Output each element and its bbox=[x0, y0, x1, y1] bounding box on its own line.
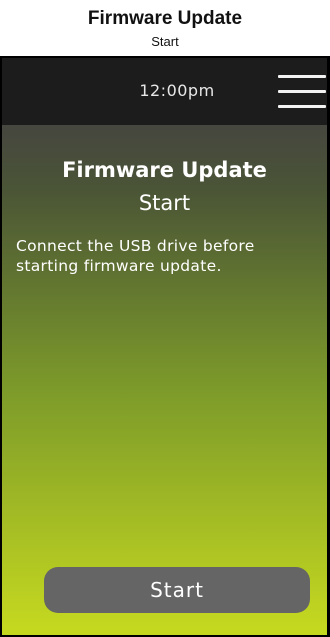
page-header: Firmware Update Start bbox=[0, 0, 330, 55]
clock: 12:00pm bbox=[139, 81, 215, 100]
page-title: Firmware Update bbox=[87, 8, 243, 29]
screen-subtitle: Start bbox=[138, 191, 191, 215]
status-bar: 12:00pm bbox=[2, 58, 327, 125]
device-screen: 12:00pm Firmware Update Start Connect th… bbox=[2, 58, 327, 635]
device-frame: 12:00pm Firmware Update Start Connect th… bbox=[0, 56, 330, 637]
screen-title: Firmware Update bbox=[62, 158, 267, 182]
menu-bar-middle bbox=[278, 90, 326, 93]
instruction-message: Connect the USB drive before starting fi… bbox=[16, 237, 255, 275]
hamburger-menu-icon[interactable] bbox=[274, 72, 327, 112]
menu-bar-top bbox=[278, 75, 326, 78]
menu-bar-bottom bbox=[278, 105, 326, 108]
start-button[interactable]: Start bbox=[44, 567, 310, 613]
page-subtitle: Start bbox=[151, 34, 179, 49]
